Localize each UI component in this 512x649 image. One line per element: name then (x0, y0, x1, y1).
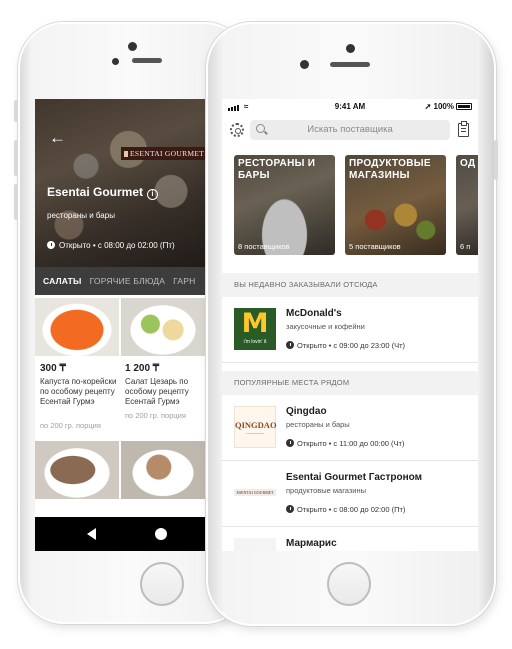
supplier-row-marmaris[interactable]: Мармарис (222, 527, 478, 551)
supplier-hours-text: Открыто • с 09:00 до 23:00 (Чт) (297, 341, 406, 350)
restaurant-title: Esentai Gourmet i (47, 185, 159, 200)
dish-price: 300 ₸ (40, 363, 66, 374)
category-count: 5 поставщиков (349, 242, 401, 251)
dish-grid: 300 ₸ Капуста по-корейски по особому рец… (35, 295, 205, 527)
section-header-popular: ПОПУЛЯРНЫЕ МЕСТА РЯДОМ (222, 371, 478, 395)
esentai-logo: ESENTAI GOURMET (234, 472, 276, 514)
dish-name[interactable]: Капуста по-корейски по особому рецепту Е… (40, 377, 120, 407)
dish-portion: по 200 гр. порция (125, 411, 186, 420)
supplier-hours: Открыто • с 11:00 до 00:00 (Чт) (286, 439, 404, 448)
front-phone-speaker (330, 62, 370, 67)
restaurant-hours: Открыто • с 08:00 до 02:00 (Пт) (47, 241, 175, 250)
category-card-partial[interactable]: ОД 6 п (456, 155, 478, 255)
dish-image[interactable] (35, 441, 119, 499)
menu-tabs: САЛАТЫ ГОРЯЧИЕ БЛЮДА ГАРН (35, 267, 205, 295)
back-phone-sensor (112, 58, 119, 65)
category-card-restaurants[interactable]: РЕСТОРАНЫ И БАРЫ 8 поставщиков (234, 155, 335, 255)
brand-tag-text: ESENTAI GOURMET (130, 149, 205, 158)
category-count: 6 п (460, 242, 471, 251)
dish-image[interactable] (121, 441, 205, 499)
category-title: РЕСТОРАНЫ И БАРЫ (238, 158, 316, 181)
category-card-grocery[interactable]: ПРОДУКТОВЫЕ МАГАЗИНЫ 5 поставщиков (345, 155, 446, 255)
supplier-row-qingdao[interactable]: QINGDAO ————— Qingdao рестораны и бары О… (222, 395, 478, 461)
back-phone-camera (128, 42, 137, 51)
android-nav-bar (35, 517, 205, 551)
volume-down-button (14, 184, 18, 220)
clipboard-icon[interactable] (458, 121, 469, 137)
brand-mark-icon (124, 151, 128, 157)
supplier-hours-text: Открыто • с 11:00 до 00:00 (Чт) (297, 439, 405, 448)
category-title: ОД (460, 158, 476, 169)
restaurant-screen: ← ESENTAI GOURMET Esentai Gourmet i ресто… (35, 99, 205, 551)
location-arrow-icon: ➚ (424, 102, 432, 111)
nav-home-icon[interactable] (155, 528, 167, 540)
restaurant-hero-image: ← ESENTAI GOURMET Esentai Gourmet i ресто… (35, 99, 205, 267)
back-arrow-icon[interactable]: ← (49, 129, 66, 146)
suppliers-screen: ≈ 9:41 AM ➚ 100% Искать поставщика РЕСТО… (222, 99, 478, 551)
supplier-hours: Открыто • с 08:00 до 02:00 (Пт) (286, 505, 405, 514)
restaurant-title-text: Esentai Gourmet (47, 185, 144, 199)
category-title: ПРОДУКТОВЫЕ МАГАЗИНЫ (349, 158, 431, 181)
dish-image[interactable] (121, 298, 205, 356)
power-button (494, 140, 498, 180)
battery-indicator: ➚ 100% (425, 102, 472, 111)
logo-slogan: i'm lovin' it (243, 339, 267, 345)
restaurant-brand-tag: ESENTAI GOURMET (121, 147, 205, 160)
card-overlay (456, 155, 478, 255)
front-phone-home-button[interactable] (327, 562, 371, 606)
gear-icon[interactable] (230, 123, 244, 137)
qingdao-logo: QINGDAO ————— (234, 406, 277, 448)
supplier-name: McDonald's (286, 308, 342, 319)
category-carousel: РЕСТОРАНЫ И БАРЫ 8 поставщиков ПРОДУКТОВ… (222, 155, 478, 259)
tab-salads[interactable]: САЛАТЫ (43, 267, 82, 295)
supplier-row-mcdonalds[interactable]: M i'm lovin' it McDonald's закусочные и … (222, 297, 478, 363)
mute-switch (14, 100, 18, 122)
supplier-category: продуктовые магазины (286, 486, 367, 495)
restaurant-hours-text: Открыто • с 08:00 до 02:00 (Пт) (59, 241, 175, 250)
supplier-category: рестораны и бары (286, 420, 350, 429)
clock-icon (47, 241, 55, 249)
info-icon[interactable]: i (147, 189, 159, 200)
status-bar: ≈ 9:41 AM ➚ 100% (222, 99, 478, 115)
category-count: 8 поставщиков (238, 242, 290, 251)
logo-underline: ————— (246, 431, 264, 435)
supplier-name: Мармарис (286, 538, 337, 549)
search-placeholder: Искать поставщика (307, 124, 393, 135)
dish-name[interactable]: Салат Цезарь по особому рецепту Есентай … (125, 377, 205, 407)
tab-garnish[interactable]: ГАРН (173, 267, 195, 295)
mcdonalds-logo: M i'm lovin' it (234, 308, 276, 350)
dish-image[interactable] (35, 298, 119, 356)
clock-icon (286, 505, 294, 513)
dish-portion: по 200 гр. порция (40, 421, 101, 430)
logo-wordmark: QINGDAO (235, 420, 277, 430)
golden-arches-icon: M (241, 308, 269, 339)
tab-hot-dishes[interactable]: ГОРЯЧИЕ БЛЮДА (90, 267, 166, 295)
volume-up-button (14, 140, 18, 176)
battery-percent: 100% (433, 102, 454, 111)
dish-price: 1 200 ₸ (125, 363, 160, 374)
supplier-row-esentai[interactable]: ESENTAI GOURMET Esentai Gourmet Гастроно… (222, 461, 478, 527)
clock-icon (286, 341, 294, 349)
front-phone-camera (346, 44, 355, 53)
clock-icon (286, 439, 294, 447)
supplier-hours: Открыто • с 09:00 до 23:00 (Чт) (286, 341, 405, 350)
logo-wordmark: ESENTAI GOURMET (234, 489, 276, 496)
supplier-name: Esentai Gourmet Гастроном (286, 472, 422, 483)
supplier-category: закусочные и кофейни (286, 322, 365, 331)
nav-back-icon[interactable] (87, 528, 96, 540)
back-phone-home-button[interactable] (140, 562, 184, 606)
supplier-name: Qingdao (286, 406, 327, 417)
section-header-recent: ВЫ НЕДАВНО ЗАКАЗЫВАЛИ ОТСЮДА (222, 273, 478, 297)
search-input[interactable]: Искать поставщика (250, 120, 450, 140)
marmaris-logo (234, 538, 276, 551)
back-phone-speaker (132, 58, 162, 63)
search-bar: Искать поставщика (222, 117, 478, 143)
supplier-hours-text: Открыто • с 08:00 до 02:00 (Пт) (297, 505, 406, 514)
front-phone-sensor (300, 60, 309, 69)
battery-icon (456, 103, 472, 110)
restaurant-subtitle: рестораны и бары (47, 211, 115, 220)
